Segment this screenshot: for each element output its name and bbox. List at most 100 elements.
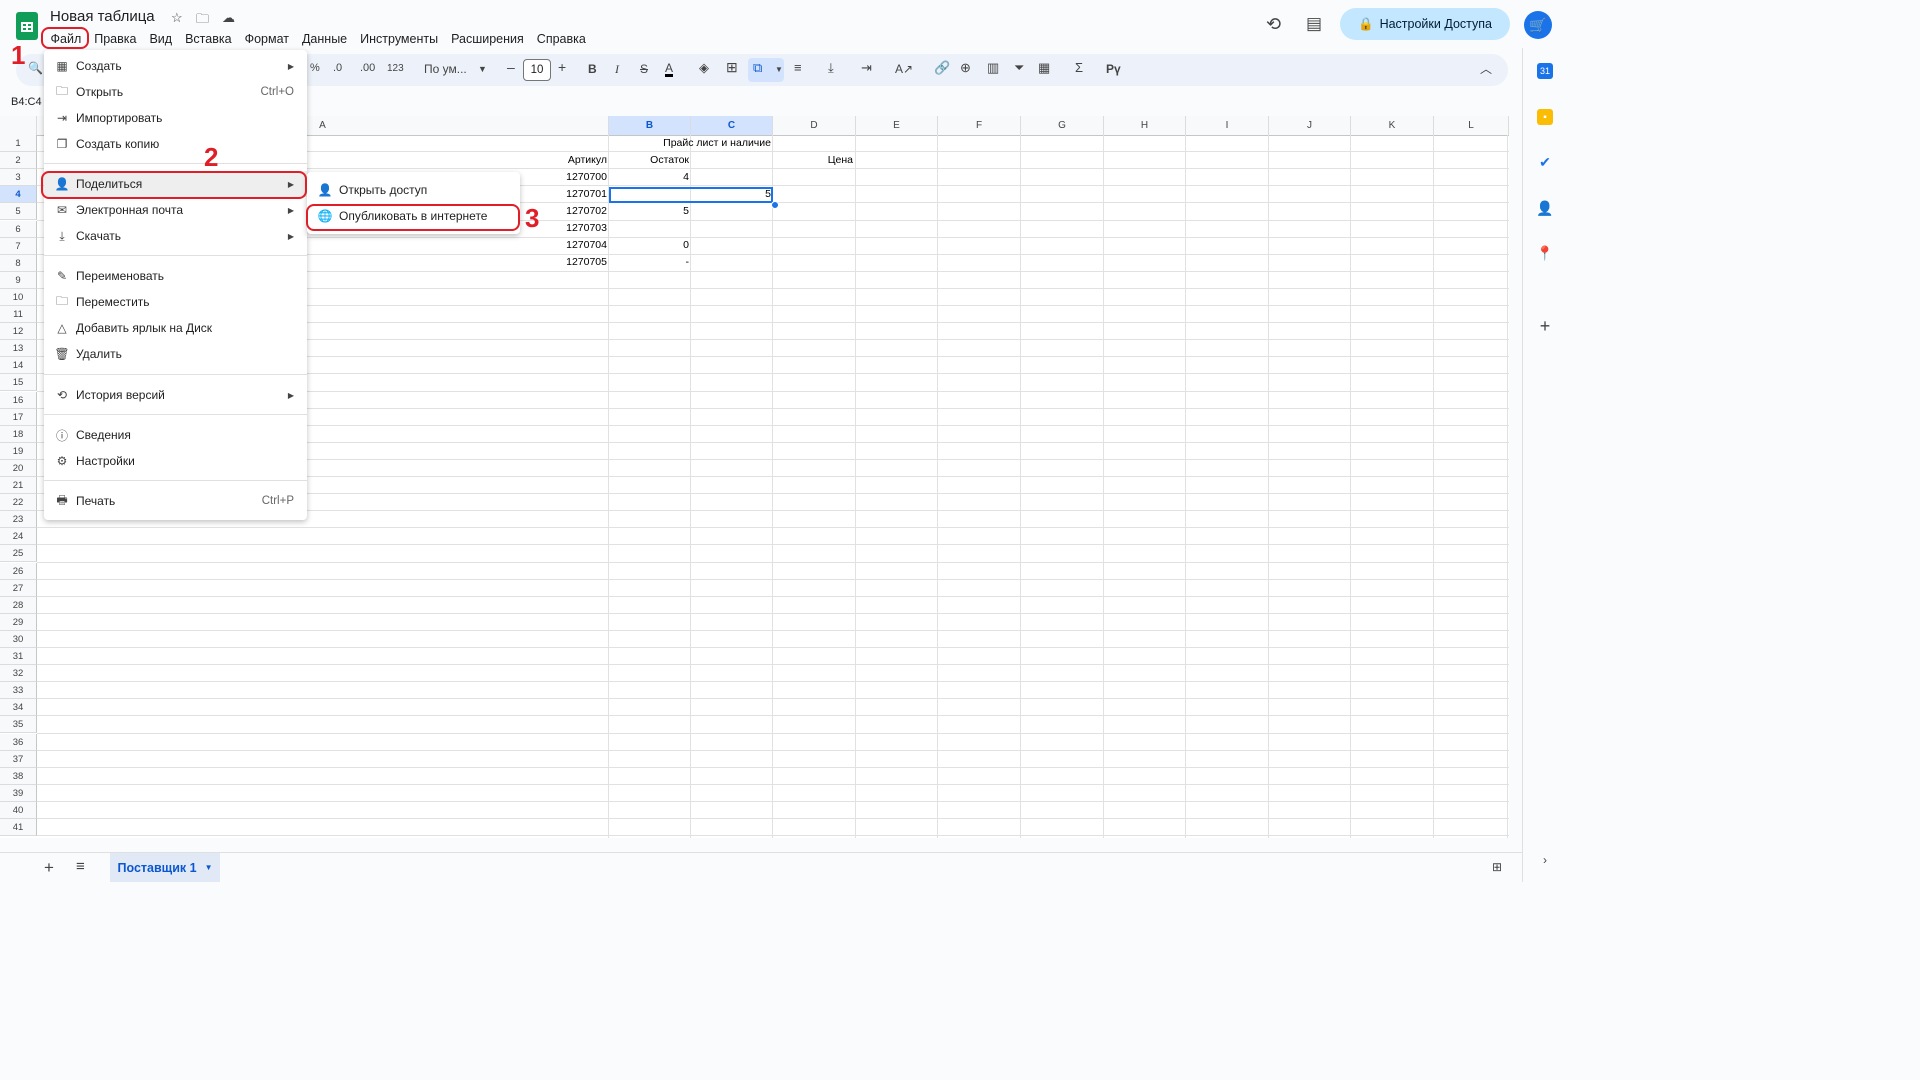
menu-help[interactable]: Справка (530, 30, 592, 48)
cell-b5[interactable]: 5 (609, 203, 689, 220)
row-header-32[interactable]: 32 (0, 665, 37, 683)
row-header-14[interactable]: 14 (0, 357, 37, 375)
menu-view[interactable]: Вид (143, 30, 179, 48)
file-menu-open[interactable]: 🗀 Открыть Ctrl+O (44, 79, 307, 105)
row-header-11[interactable]: 11 (0, 306, 37, 323)
row-header-15[interactable]: 15 (0, 374, 37, 392)
file-menu-print[interactable]: 🖶 Печать Ctrl+P (44, 488, 307, 514)
column-header-f[interactable]: F (938, 116, 1021, 135)
chevron-right-icon[interactable]: › (1537, 852, 1553, 868)
menu-format[interactable]: Формат (238, 30, 295, 48)
decrease-font-size-button[interactable]: – (507, 59, 515, 75)
keep-icon[interactable]: ▪ (1537, 109, 1553, 125)
file-menu-add-shortcut[interactable]: △ Добавить ярлык на Диск (44, 315, 307, 341)
fill-handle[interactable] (771, 201, 779, 209)
row-header-18[interactable]: 18 (0, 425, 37, 443)
row-header-3[interactable]: 3 (0, 169, 37, 187)
row-header-25[interactable]: 25 (0, 545, 37, 563)
chevron-down-icon[interactable]: ▼ (205, 863, 213, 872)
row-header-9[interactable]: 9 (0, 271, 37, 289)
add-sheet-icon[interactable]: + (44, 858, 54, 878)
collapse-toolbar-icon[interactable]: ︿ (1480, 60, 1492, 77)
file-menu-version-history[interactable]: ⟲ История версий ▶ (44, 382, 307, 408)
column-header-g[interactable]: G (1021, 116, 1104, 135)
share-submenu-open-access[interactable]: 👤 Открыть доступ (307, 177, 520, 203)
filter-icon[interactable]: ⏷ (1014, 60, 1024, 76)
decrease-decimal-button[interactable]: .0 (333, 62, 342, 74)
input-tools-button[interactable]: Рү (1106, 62, 1121, 76)
cell-selection-b4-c4[interactable] (609, 187, 773, 203)
row-header-23[interactable]: 23 (0, 511, 37, 529)
column-header-c[interactable]: C (691, 116, 773, 135)
sheet-tab-active[interactable]: Поставщик 1 ▼ (110, 853, 220, 882)
font-select[interactable]: По ум... (424, 62, 467, 76)
row-header-38[interactable]: 38 (0, 767, 37, 785)
file-menu-download[interactable]: ⤓ Скачать ▶ (44, 223, 307, 249)
move-folder-icon[interactable]: 🗀 (196, 10, 209, 32)
row-header-5[interactable]: 5 (0, 203, 37, 221)
insert-link-icon[interactable]: 🔗 (934, 60, 950, 76)
row-header-28[interactable]: 28 (0, 596, 37, 614)
insert-comment-icon[interactable]: ⊕ (960, 60, 971, 76)
cell-d2[interactable]: Цена (773, 152, 853, 169)
file-menu-import[interactable]: ⇥ Импортировать (44, 105, 307, 131)
file-menu-delete[interactable]: 🗑 Удалить (44, 341, 307, 367)
increase-decimal-button[interactable]: .00 (360, 62, 375, 74)
version-history-icon[interactable]: ⟲ (1266, 14, 1281, 35)
row-header-34[interactable]: 34 (0, 699, 37, 717)
column-header-j[interactable]: J (1269, 116, 1351, 135)
column-header-i[interactable]: I (1186, 116, 1269, 135)
row-header-24[interactable]: 24 (0, 528, 37, 546)
tasks-icon[interactable]: ✔ (1537, 154, 1553, 170)
cell-b7[interactable]: 0 (609, 237, 689, 254)
functions-button[interactable]: Σ (1075, 60, 1083, 75)
row-header-36[interactable]: 36 (0, 733, 37, 751)
row-header-17[interactable]: 17 (0, 408, 37, 426)
search-menus-icon[interactable]: 🔍 (28, 61, 43, 75)
row-header-27[interactable]: 27 (0, 579, 37, 597)
row-header-4[interactable]: 4 (0, 186, 37, 204)
add-addon-icon[interactable]: + (1537, 316, 1553, 336)
borders-icon[interactable]: ⊞ (726, 59, 738, 76)
text-wrap-icon[interactable]: ⇥ (861, 60, 872, 76)
menu-data[interactable]: Данные (295, 30, 353, 48)
menu-extensions[interactable]: Расширения (445, 30, 531, 48)
fill-color-icon[interactable]: ◈ (699, 60, 709, 76)
insert-chart-icon[interactable]: ▥ (987, 60, 999, 76)
row-header-37[interactable]: 37 (0, 750, 37, 768)
row-header-40[interactable]: 40 (0, 801, 37, 819)
column-header-l[interactable]: L (1434, 116, 1509, 135)
row-header-10[interactable]: 10 (0, 288, 37, 306)
cell-b1-title[interactable]: Прайс лист и наличие (609, 135, 771, 152)
star-icon[interactable]: ☆ (171, 10, 183, 26)
cell-b8[interactable]: - (609, 254, 690, 271)
cell-a8[interactable]: 1270705 (520, 254, 607, 271)
cloud-status-icon[interactable]: ☁ (222, 10, 235, 26)
share-button[interactable]: 🔒 Настройки Доступа (1340, 8, 1510, 40)
file-menu-copy[interactable]: ❐ Создать копию (44, 131, 307, 157)
cell-b2[interactable]: Остаток (609, 152, 689, 169)
cell-a3[interactable]: 1270700 (520, 169, 607, 186)
cell-b3[interactable]: 4 (609, 169, 689, 186)
row-header-2[interactable]: 2 (0, 152, 37, 170)
row-header-22[interactable]: 22 (0, 494, 37, 512)
all-sheets-icon[interactable]: ≡ (76, 858, 85, 875)
format-percent-button[interactable]: % (310, 62, 320, 74)
file-menu-settings[interactable]: ⚙ Настройки (44, 448, 307, 474)
italic-button[interactable]: I (615, 62, 619, 77)
document-title[interactable]: Новая таблица (50, 8, 155, 25)
select-all-corner[interactable] (0, 116, 37, 135)
column-header-h[interactable]: H (1104, 116, 1186, 135)
row-header-20[interactable]: 20 (0, 459, 37, 477)
filter-views-icon[interactable]: ▦ (1038, 60, 1050, 76)
explore-icon[interactable]: ⊞ (1492, 860, 1502, 874)
name-box[interactable]: B4:C4 (11, 96, 42, 108)
menu-edit[interactable]: Правка (88, 30, 143, 48)
row-header-29[interactable]: 29 (0, 613, 37, 631)
more-formats-button[interactable]: 123 (387, 63, 404, 74)
contacts-icon[interactable]: 👤 (1536, 200, 1553, 216)
chevron-down-icon[interactable]: ▼ (478, 64, 487, 74)
file-menu-email[interactable]: ✉ Электронная почта ▶ (44, 197, 307, 223)
row-header-12[interactable]: 12 (0, 323, 37, 341)
row-header-31[interactable]: 31 (0, 648, 37, 665)
